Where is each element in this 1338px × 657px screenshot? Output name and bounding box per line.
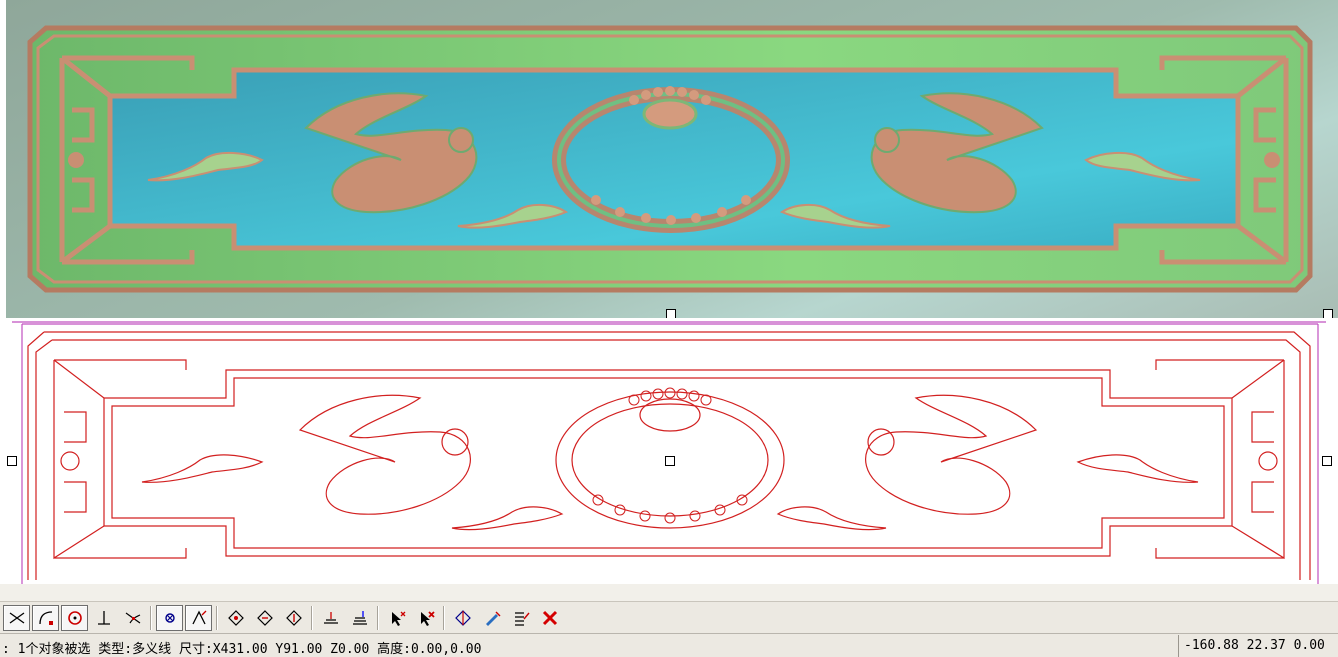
select-pointer-icon[interactable]	[383, 605, 410, 631]
delete-x-icon[interactable]	[536, 605, 563, 631]
vector-drawing	[12, 321, 1326, 584]
toolbar-separator	[216, 605, 218, 630]
selection-status-text: : 1个对象被选 类型:多义线 尺寸:X431.00 Y91.00 Z0.00 …	[2, 642, 482, 657]
cursor-coordinates: -160.88 22.37 0.00	[1178, 635, 1338, 657]
diamond-edit-icon[interactable]	[251, 605, 278, 631]
toolbar-separator	[311, 605, 313, 630]
snap-toolbar	[0, 601, 1338, 633]
toolbar-gap	[0, 584, 1338, 601]
relief-3d-viewport[interactable]	[6, 0, 1338, 318]
selection-handle-center[interactable]	[665, 456, 675, 466]
selection-handle-left[interactable]	[7, 456, 17, 466]
relief-render	[27, 25, 1313, 293]
toolbar-separator	[150, 605, 152, 630]
mirror-node-icon[interactable]	[449, 605, 476, 631]
layer-stack-icon[interactable]	[346, 605, 373, 631]
status-bar: : 1个对象被选 类型:多义线 尺寸:X431.00 Y91.00 Z0.00 …	[0, 633, 1338, 657]
vector-wireframe-viewport[interactable]	[0, 318, 1338, 584]
selection-handle-right[interactable]	[1322, 456, 1332, 466]
app-window: : 1个对象被选 类型:多义线 尺寸:X431.00 Y91.00 Z0.00 …	[0, 0, 1338, 657]
perpendicular-snap-icon[interactable]	[90, 605, 117, 631]
diamond-transform-icon[interactable]	[280, 605, 307, 631]
pen-edit-icon[interactable]	[478, 605, 505, 631]
list-edit-icon[interactable]	[507, 605, 534, 631]
deselect-pointer-icon[interactable]	[412, 605, 439, 631]
toolbar-separator	[443, 605, 445, 630]
circle-center-snap-icon[interactable]	[61, 604, 88, 631]
layer-flat-icon[interactable]	[317, 605, 344, 631]
toolbar-separator	[377, 605, 379, 630]
grid-snap-icon[interactable]	[156, 604, 183, 631]
tangent-snap-icon[interactable]	[119, 605, 146, 631]
intersect-cross-icon[interactable]	[3, 604, 30, 631]
angle-snap-icon[interactable]	[185, 604, 212, 631]
arc-snap-icon[interactable]	[32, 604, 59, 631]
diamond-node-icon[interactable]	[222, 605, 249, 631]
